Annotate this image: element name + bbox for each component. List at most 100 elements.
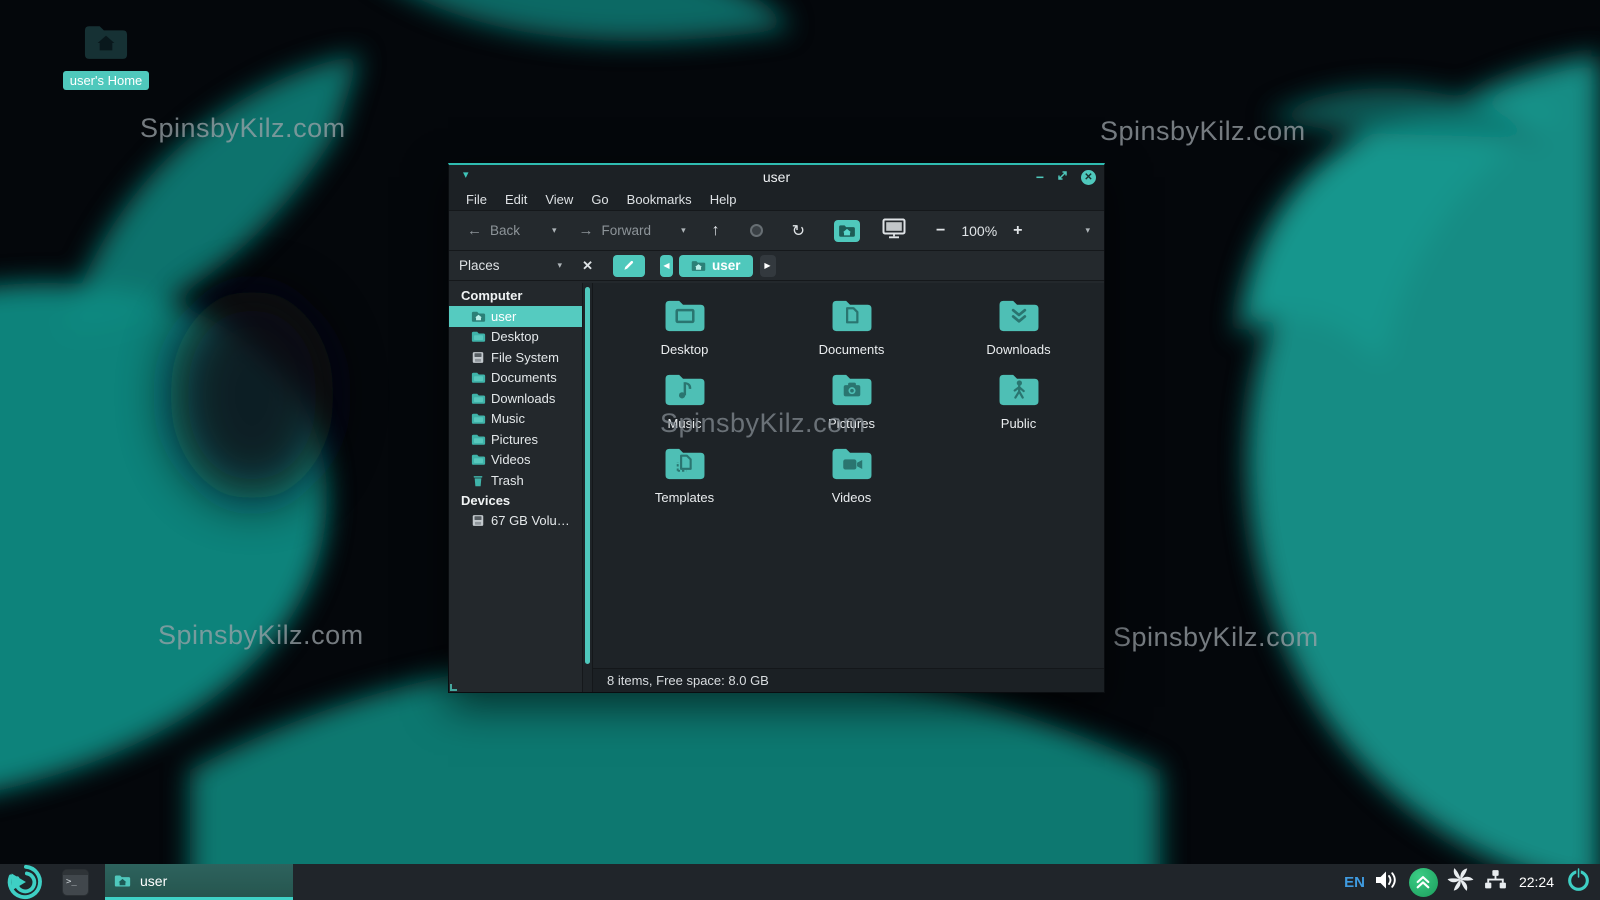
file-item-label: Videos <box>832 490 872 505</box>
updates-available-button[interactable] <box>1409 868 1438 897</box>
sidebar-list: ComputeruserDesktopFile SystemDocumentsD… <box>449 283 582 692</box>
file-item-label: Desktop <box>661 342 709 357</box>
forward-button[interactable]: → Forward <box>579 222 652 239</box>
file-item-public[interactable]: Public <box>935 367 1102 441</box>
file-item-templates[interactable]: Templates <box>601 441 768 515</box>
minimize-button[interactable]: − <box>1036 172 1044 182</box>
sidebar-item-user[interactable]: user <box>449 306 582 327</box>
home-button[interactable] <box>834 220 860 242</box>
file-view[interactable]: DesktopDocumentsDownloadsMusicPicturesPu… <box>593 283 1104 668</box>
desktop-icon-users-home[interactable]: user's Home <box>58 22 154 90</box>
zoom-out-button[interactable]: − <box>936 222 945 240</box>
file-item-documents[interactable]: Documents <box>768 293 935 367</box>
pencil-icon <box>622 259 635 272</box>
watermark-bottom-right: SpinsbyKilz.com <box>1113 622 1319 653</box>
file-item-label: Public <box>1001 416 1036 431</box>
folder-pictures-icon <box>829 371 875 413</box>
network-tree-icon <box>1483 869 1508 890</box>
sidebar-item-pictures[interactable]: Pictures <box>449 429 582 450</box>
sidebar-item-file-system[interactable]: File System <box>449 347 582 368</box>
pinwheel-icon <box>1447 866 1474 893</box>
crumb-scroll-left[interactable]: ◀ <box>660 255 673 277</box>
sidebar-item-label: 67 GB Volu… <box>491 513 570 528</box>
desktop-view-button[interactable] <box>882 218 906 244</box>
sidebar-item-67-gb-volu[interactable]: 67 GB Volu… <box>449 511 582 532</box>
menu-view[interactable]: View <box>536 192 582 207</box>
volume-button[interactable] <box>1374 869 1400 896</box>
folder-icon <box>471 412 486 425</box>
menu-edit[interactable]: Edit <box>496 192 536 207</box>
file-item-label: Downloads <box>986 342 1050 357</box>
sidebar-item-downloads[interactable]: Downloads <box>449 388 582 409</box>
keyboard-layout-indicator[interactable]: EN <box>1344 874 1365 891</box>
toolbar-overflow-chevron[interactable]: ▾ <box>1085 225 1090 236</box>
menu-help[interactable]: Help <box>701 192 746 207</box>
pinwheel-tray-button[interactable] <box>1447 866 1474 898</box>
forward-arrow-icon: → <box>579 222 594 239</box>
double-chevron-up-icon <box>1414 874 1432 890</box>
speaker-icon <box>1374 869 1400 891</box>
sidebar-item-desktop[interactable]: Desktop <box>449 327 582 348</box>
sidebar-scrollbar[interactable] <box>582 283 592 692</box>
sidebar-item-label: Videos <box>491 452 531 467</box>
start-menu-button[interactable] <box>0 864 48 900</box>
clock[interactable]: 22:24 <box>1519 874 1554 890</box>
edit-path-button[interactable] <box>613 255 645 277</box>
window-menu-chevron-icon[interactable]: ▾ <box>463 168 469 181</box>
titlebar[interactable]: ▾ user − ✕ <box>449 165 1104 189</box>
sidebar-item-music[interactable]: Music <box>449 409 582 430</box>
file-item-desktop[interactable]: Desktop <box>601 293 768 367</box>
forward-dropdown[interactable]: ▾ <box>681 225 686 236</box>
reload-button[interactable]: ↻ <box>792 221 805 241</box>
taskbar: >_ user EN <box>0 864 1600 900</box>
home-folder-icon <box>114 874 131 888</box>
resize-grip[interactable] <box>450 684 457 691</box>
menu-file[interactable]: File <box>457 192 496 207</box>
back-button[interactable]: ← Back <box>467 222 520 239</box>
places-selector[interactable]: Places <box>459 258 500 273</box>
window-title: user <box>449 169 1104 185</box>
sidebar-item-documents[interactable]: Documents <box>449 368 582 389</box>
sidebar-item-videos[interactable]: Videos <box>449 450 582 471</box>
drive-icon <box>471 514 486 527</box>
status-text: 8 items, Free space: 8.0 GB <box>607 673 769 688</box>
menubar: File Edit View Go Bookmarks Help <box>449 189 1104 211</box>
file-item-downloads[interactable]: Downloads <box>935 293 1102 367</box>
watermark-top-right: SpinsbyKilz.com <box>1100 116 1306 147</box>
zoom-in-button[interactable]: + <box>1013 222 1022 240</box>
maximize-button[interactable] <box>1057 168 1068 186</box>
sidebar-item-trash[interactable]: Trash <box>449 470 582 491</box>
back-dropdown[interactable]: ▾ <box>552 225 557 236</box>
folder-downloads-icon <box>996 297 1042 339</box>
sidebar-item-label: Documents <box>491 370 557 385</box>
watermark-bottom-left: SpinsbyKilz.com <box>158 620 364 651</box>
taskbar-task-user[interactable]: user <box>105 864 293 900</box>
close-button[interactable]: ✕ <box>1081 170 1096 185</box>
network-tray-button[interactable] <box>1483 869 1508 895</box>
menu-go[interactable]: Go <box>582 192 617 207</box>
system-tray: EN <box>1344 866 1600 898</box>
home-folder-icon <box>81 22 131 67</box>
power-button[interactable] <box>1565 866 1592 898</box>
folder-videos-icon <box>829 445 875 487</box>
file-item-videos[interactable]: Videos <box>768 441 935 515</box>
trash-icon <box>471 474 486 487</box>
file-item-label: Templates <box>655 490 714 505</box>
file-item-label: Documents <box>819 342 885 357</box>
sidebar-item-label: Trash <box>491 473 524 488</box>
up-button[interactable]: ↑ <box>712 222 720 240</box>
places-dropdown-chevron[interactable]: ▾ <box>558 260 563 271</box>
crumb-scroll-right[interactable]: ▶ <box>760 255 776 277</box>
folder-icon <box>471 371 486 384</box>
folder-documents-icon <box>829 297 875 339</box>
scrollbar-thumb[interactable] <box>585 287 590 664</box>
breadcrumb-user[interactable]: user <box>679 255 753 277</box>
folder-music-icon <box>662 371 708 413</box>
zoom-level: 100% <box>961 223 997 239</box>
terminal-launcher[interactable]: >_ <box>62 869 89 896</box>
menu-bookmarks[interactable]: Bookmarks <box>618 192 701 207</box>
close-sidebar-button[interactable]: ✕ <box>582 258 593 274</box>
sidebar-item-label: Pictures <box>491 432 538 447</box>
stop-button[interactable] <box>750 224 763 237</box>
home-folder-icon <box>838 224 856 238</box>
